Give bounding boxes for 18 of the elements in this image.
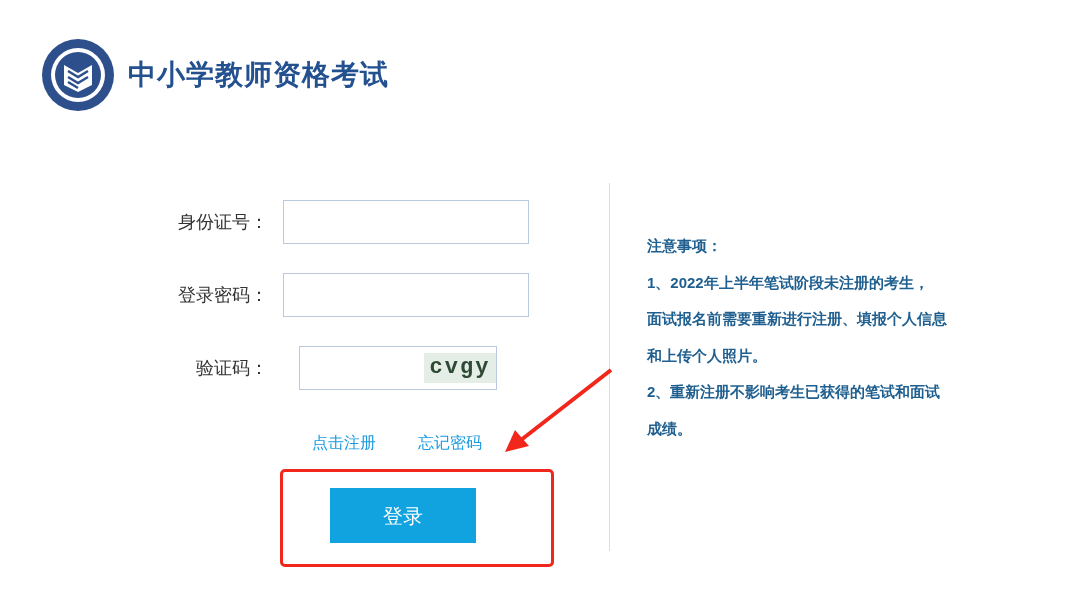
notice-text: 和上传个人照片。 — [647, 345, 768, 366]
captcha-field[interactable]: cvgy — [299, 346, 497, 390]
notice-text: 2、重新注册不影响考生已获得的笔试和面试 — [647, 382, 942, 403]
site-title: 中小学教师资格考试 — [128, 58, 389, 92]
text-link[interactable]: 忘记密码 — [418, 431, 482, 455]
text-link[interactable]: 点击注册 — [312, 431, 376, 455]
logo-icon — [40, 37, 116, 113]
input-field[interactable] — [283, 273, 529, 317]
input-field[interactable] — [283, 200, 529, 244]
field-label: 登录密码： — [177, 283, 268, 307]
login-button[interactable]: 登录 — [330, 488, 476, 543]
notice-title: 注意事项： — [647, 236, 723, 256]
field-label: 身份证号： — [177, 210, 268, 234]
notice-text: 成绩。 — [647, 418, 693, 439]
notice-text: 面试报名前需要重新进行注册、填报个人信息 — [647, 309, 947, 330]
field-label: 验证码： — [195, 356, 268, 380]
notice-text: 1、2022年上半年笔试阶段未注册的考生， — [647, 272, 930, 293]
captcha-image[interactable]: cvgy — [424, 353, 496, 383]
